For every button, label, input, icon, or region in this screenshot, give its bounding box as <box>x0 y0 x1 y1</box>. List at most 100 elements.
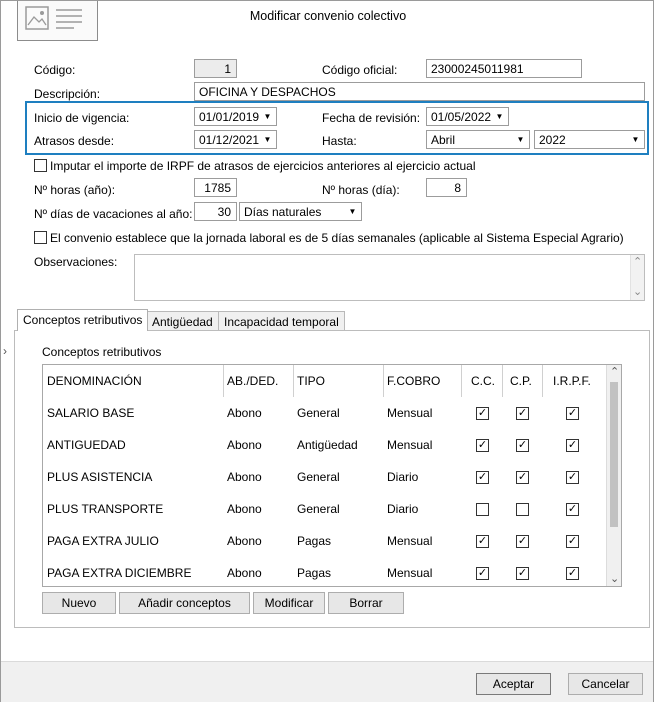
irpf-checkbox[interactable]: ✓ <box>566 471 579 484</box>
dropdown-arrow-icon[interactable]: ▼ <box>259 131 276 148</box>
observaciones-textarea[interactable]: ⌃ ⌄ <box>134 254 645 301</box>
anadir-conceptos-button[interactable]: Añadir conceptos <box>119 592 250 614</box>
codigo-field[interactable]: 1 <box>194 59 237 78</box>
table-row[interactable]: SALARIO BASE Abono General Mensual ✓ ✓ ✓ <box>43 397 608 429</box>
dropdown-arrow-icon[interactable]: ▼ <box>627 131 644 148</box>
col-header-irpf[interactable]: I.R.P.F. <box>553 365 591 397</box>
cell-denominacion: PLUS TRANSPORTE <box>47 502 164 516</box>
col-header-denominacion[interactable]: DENOMINACIÓN <box>47 365 142 397</box>
grid-scroll-thumb[interactable] <box>610 382 618 527</box>
dropdown-arrow-icon[interactable]: ▼ <box>344 203 361 220</box>
hasta-label: Hasta: <box>322 134 357 148</box>
cp-checkbox[interactable]: ✓ <box>516 535 529 548</box>
inicio-vigencia-date[interactable]: 01/01/2019 ▼ <box>194 107 277 126</box>
scroll-up-icon[interactable]: ⌃ <box>633 255 642 268</box>
atrasos-desde-label: Atrasos desde: <box>34 134 115 148</box>
col-divider <box>542 365 543 397</box>
col-header-cc[interactable]: C.C. <box>471 365 495 397</box>
hasta-anio-select[interactable]: 2022 ▼ <box>534 130 645 149</box>
cell-denominacion: ANTIGUEDAD <box>47 438 126 452</box>
descripcion-field[interactable]: OFICINA Y DESPACHOS <box>194 82 645 101</box>
aceptar-button[interactable]: Aceptar <box>476 673 551 695</box>
scroll-down-icon[interactable]: ⌄ <box>610 572 619 585</box>
cell-tipo: Antigüedad <box>297 438 358 452</box>
nuevo-button[interactable]: Nuevo <box>42 592 116 614</box>
vacaciones-tipo-value: Días naturales <box>244 205 322 219</box>
irpf-checkbox[interactable]: ✓ <box>566 503 579 516</box>
dropdown-arrow-icon[interactable]: ▼ <box>259 108 276 125</box>
modificar-button[interactable]: Modificar <box>253 592 325 614</box>
irpf-checkbox[interactable]: ✓ <box>566 439 579 452</box>
side-expand-icon[interactable]: › <box>3 344 7 358</box>
cc-checkbox[interactable]: ✓ <box>476 535 489 548</box>
table-row[interactable]: PLUS TRANSPORTE Abono General Diario ✓ <box>43 493 608 525</box>
tab-incapacidad-temporal[interactable]: Incapacidad temporal <box>218 311 345 331</box>
table-row[interactable]: PAGA EXTRA DICIEMBRE Abono Pagas Mensual ✓ ✓ ✓ <box>43 557 608 586</box>
atrasos-desde-date[interactable]: 01/12/2021 ▼ <box>194 130 277 149</box>
vacaciones-tipo-select[interactable]: Días naturales ▼ <box>239 202 362 221</box>
col-divider <box>383 365 384 397</box>
cell-ab-ded: Abono <box>227 406 262 420</box>
horas-anio-field[interactable]: 1785 <box>194 178 237 197</box>
cp-checkbox[interactable]: ✓ <box>516 407 529 420</box>
cc-checkbox[interactable]: ✓ <box>476 407 489 420</box>
cell-denominacion: PAGA EXTRA JULIO <box>47 534 159 548</box>
scroll-up-icon[interactable]: ⌃ <box>610 365 619 378</box>
irpf-checkbox[interactable]: ✓ <box>566 535 579 548</box>
cp-checkbox[interactable]: ✓ <box>516 567 529 580</box>
horas-dia-field[interactable]: 8 <box>426 178 467 197</box>
irpf-checkbox[interactable]: ✓ <box>566 407 579 420</box>
dropdown-arrow-icon[interactable]: ▼ <box>512 131 529 148</box>
col-header-f-cobro[interactable]: F.COBRO <box>387 365 440 397</box>
atrasos-desde-value: 01/12/2021 <box>199 133 260 147</box>
cell-tipo: Pagas <box>297 534 332 548</box>
table-row[interactable]: PAGA EXTRA JULIO Abono Pagas Mensual ✓ ✓ ✓ <box>43 525 608 557</box>
descripcion-label: Descripción: <box>34 87 101 101</box>
grid-scrollbar[interactable]: ⌃ ⌄ <box>606 365 621 586</box>
cp-checkbox[interactable] <box>516 503 529 516</box>
dropdown-arrow-icon[interactable]: ▼ <box>491 108 508 125</box>
cell-tipo: General <box>297 502 340 516</box>
cell-denominacion: SALARIO BASE <box>47 406 135 420</box>
cp-checkbox[interactable]: ✓ <box>516 439 529 452</box>
inicio-vigencia-label: Inicio de vigencia: <box>34 111 130 125</box>
col-header-tipo[interactable]: TIPO <box>297 365 325 397</box>
inicio-vigencia-value: 01/01/2019 <box>199 110 260 124</box>
observaciones-scrollbar[interactable]: ⌃ ⌄ <box>630 255 644 300</box>
cell-ab-ded: Abono <box>227 470 262 484</box>
cell-tipo: Pagas <box>297 566 332 580</box>
tab-antiguedad[interactable]: Antigüedad <box>146 311 219 331</box>
cc-checkbox[interactable]: ✓ <box>476 439 489 452</box>
dialog-title: Modificar convenio colectivo <box>249 9 407 23</box>
cell-ab-ded: Abono <box>227 502 262 516</box>
scroll-down-icon[interactable]: ⌄ <box>633 285 642 298</box>
dialog-window: Modificar convenio colectivo Código: 1 C… <box>0 0 654 702</box>
cp-checkbox[interactable]: ✓ <box>516 471 529 484</box>
cc-checkbox[interactable]: ✓ <box>476 471 489 484</box>
jornada-checkbox[interactable] <box>34 231 47 247</box>
table-row[interactable]: PLUS ASISTENCIA Abono General Diario ✓ ✓ ✓ <box>43 461 608 493</box>
table-row[interactable]: ANTIGUEDAD Abono Antigüedad Mensual ✓ ✓ ✓ <box>43 429 608 461</box>
horas-dia-label: Nº horas (día): <box>322 183 400 197</box>
imputar-label: Imputar el importe de IRPF de atrasos de… <box>50 159 476 173</box>
conceptos-grid: DENOMINACIÓN AB./DED. TIPO F.COBRO C.C. … <box>42 364 622 587</box>
cell-f-cobro: Diario <box>387 470 419 484</box>
borrar-button[interactable]: Borrar <box>328 592 404 614</box>
col-header-ab-ded[interactable]: AB./DED. <box>227 365 278 397</box>
cell-ab-ded: Abono <box>227 438 262 452</box>
hasta-mes-value: Abril <box>431 133 456 147</box>
cancelar-button[interactable]: Cancelar <box>568 673 643 695</box>
col-header-cp[interactable]: C.P. <box>510 365 532 397</box>
col-divider <box>293 365 294 397</box>
cell-tipo: General <box>297 470 340 484</box>
cell-ab-ded: Abono <box>227 566 262 580</box>
fecha-revision-date[interactable]: 01/05/2022 ▼ <box>426 107 509 126</box>
imputar-checkbox[interactable] <box>34 159 47 175</box>
irpf-checkbox[interactable]: ✓ <box>566 567 579 580</box>
cc-checkbox[interactable] <box>476 503 489 516</box>
cc-checkbox[interactable]: ✓ <box>476 567 489 580</box>
tab-conceptos-retributivos[interactable]: Conceptos retributivos <box>17 309 149 331</box>
vacaciones-field[interactable]: 30 <box>194 202 237 221</box>
codigo-oficial-field[interactable]: 23000245011981 <box>426 59 582 78</box>
hasta-mes-select[interactable]: Abril ▼ <box>426 130 530 149</box>
